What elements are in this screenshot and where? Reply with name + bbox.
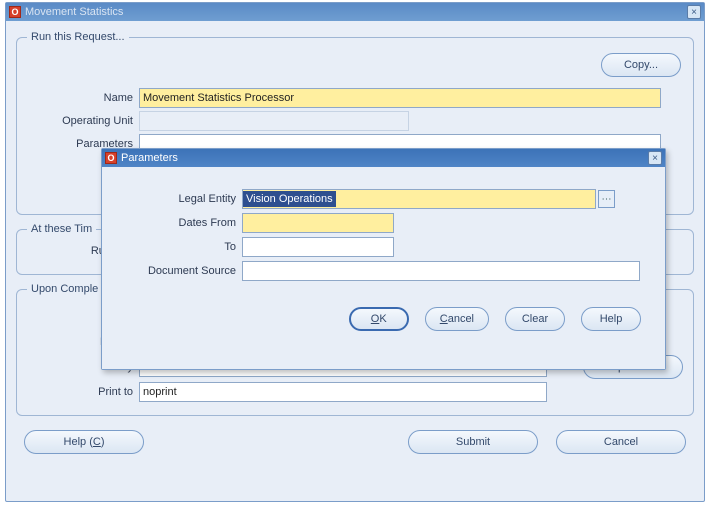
- parameters-titlebar: O Parameters ×: [102, 149, 665, 167]
- operating-unit-field[interactable]: [139, 111, 409, 131]
- dates-from-label: Dates From: [120, 217, 242, 229]
- copy-button[interactable]: Copy...: [601, 53, 681, 77]
- dates-from-field[interactable]: [242, 213, 394, 233]
- help-button-key: C: [93, 436, 101, 448]
- clear-button[interactable]: Clear: [505, 307, 565, 331]
- params-cancel-button[interactable]: Cancel: [425, 307, 489, 331]
- parameters-dialog: O Parameters × Legal Entity Vision Opera…: [101, 148, 666, 370]
- submit-button[interactable]: Submit: [408, 430, 538, 454]
- cancel-button-text: ancel: [448, 313, 474, 325]
- oracle-icon: O: [9, 6, 21, 18]
- params-help-button[interactable]: Help: [581, 307, 641, 331]
- times-legend: At these Tim: [27, 223, 96, 235]
- to-label: To: [120, 241, 242, 253]
- run-request-legend: Run this Request...: [27, 31, 129, 43]
- help-button-end: ): [101, 436, 105, 448]
- legal-entity-field[interactable]: Vision Operations: [242, 189, 596, 209]
- to-field[interactable]: [242, 237, 394, 257]
- parameters-button-bar: OK Cancel Clear Help: [120, 307, 647, 331]
- parameters-close-button[interactable]: ×: [648, 151, 662, 165]
- name-label: Name: [27, 92, 139, 104]
- bottom-button-bar: Help (C) Submit Cancel: [16, 424, 694, 460]
- help-button[interactable]: Help (C): [24, 430, 144, 454]
- ok-button-key: O: [371, 313, 380, 325]
- legal-entity-lov-button[interactable]: ⋯: [598, 190, 615, 208]
- help-button-text: Help (: [64, 436, 93, 448]
- parameters-body: Legal Entity Vision Operations ⋯ Dates F…: [102, 167, 665, 369]
- completion-legend: Upon Comple: [27, 283, 102, 295]
- ok-button[interactable]: OK: [349, 307, 409, 331]
- parameters-dialog-title: Parameters: [121, 152, 648, 164]
- operating-unit-label: Operating Unit: [27, 115, 139, 127]
- cancel-button[interactable]: Cancel: [556, 430, 686, 454]
- main-titlebar: O Movement Statistics ×: [6, 3, 704, 21]
- legal-entity-value: Vision Operations: [243, 191, 336, 207]
- print-to-label: Print to: [27, 386, 139, 398]
- legal-entity-label: Legal Entity: [120, 193, 242, 205]
- oracle-icon: O: [105, 152, 117, 164]
- ok-button-text: K: [379, 313, 386, 325]
- print-to-field[interactable]: [139, 382, 547, 402]
- cancel-button-key: C: [440, 313, 448, 325]
- document-source-label: Document Source: [120, 265, 242, 277]
- name-field[interactable]: [139, 88, 661, 108]
- document-source-field[interactable]: [242, 261, 640, 281]
- main-window-title: Movement Statistics: [25, 6, 687, 18]
- main-close-button[interactable]: ×: [687, 5, 701, 19]
